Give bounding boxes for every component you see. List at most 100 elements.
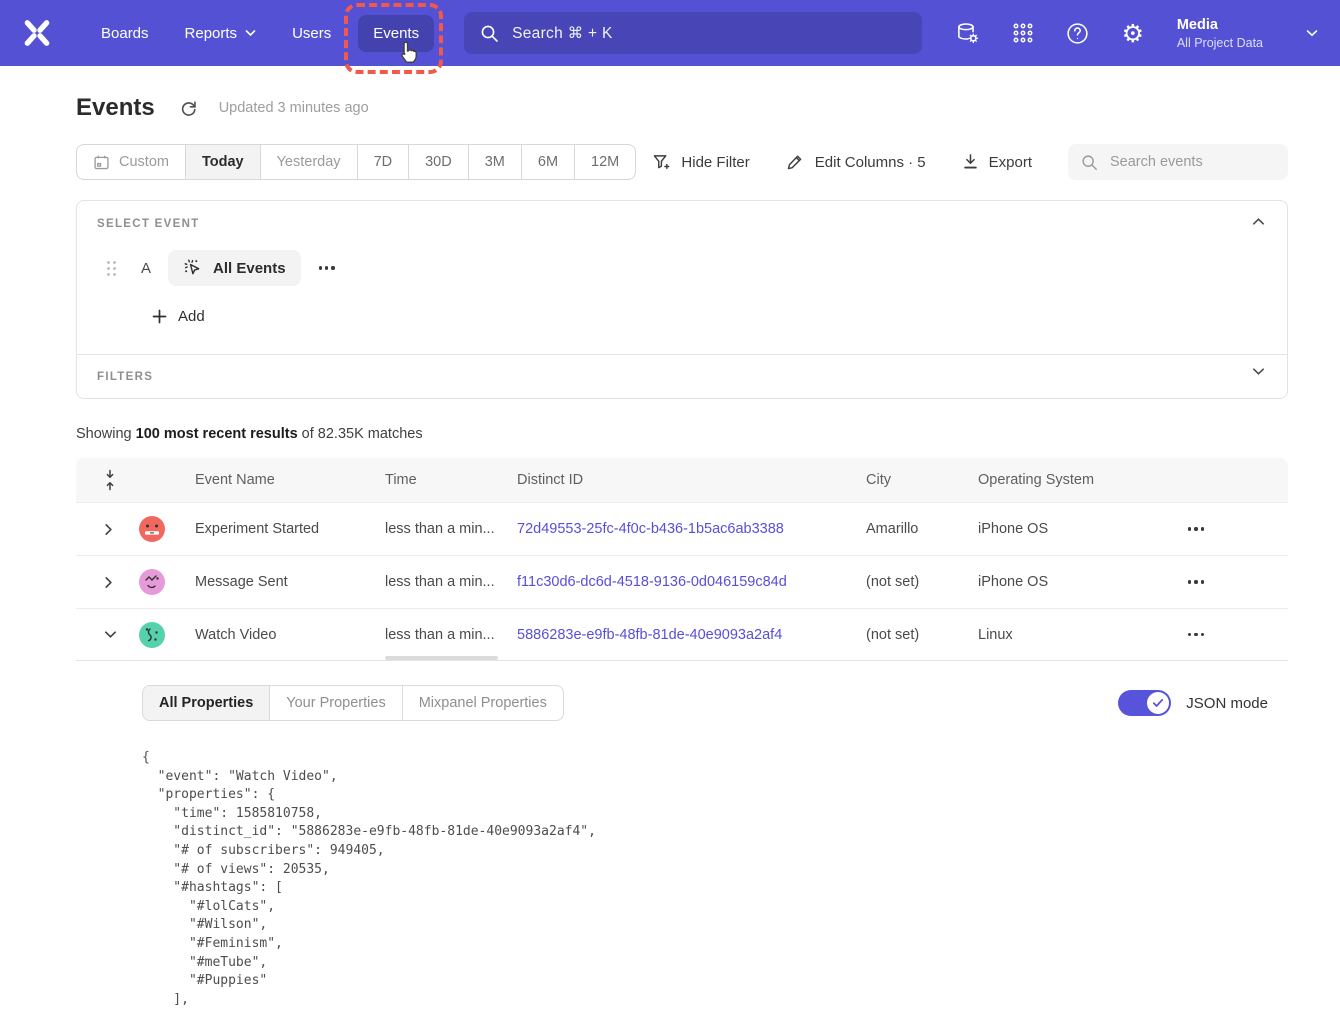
- search-events-field: [1068, 144, 1288, 180]
- project-selector[interactable]: Media All Project Data: [1177, 17, 1263, 50]
- horizontal-scrollbar-thumb[interactable]: [385, 656, 498, 660]
- table-controls: Hide Filter Edit Columns · 5: [652, 144, 1288, 180]
- cell-os: iPhone OS: [978, 521, 1164, 537]
- table-row[interactable]: Experiment Started less than a min... 72…: [76, 502, 1288, 555]
- date-range-6m[interactable]: 6M: [521, 145, 574, 179]
- tab-your-properties[interactable]: Your Properties: [269, 686, 401, 720]
- data-management-icon[interactable]: [955, 20, 981, 46]
- date-range-selector: Custom Today Yesterday 7D 30D 3M 6M 12M: [76, 144, 636, 180]
- cell-distinct-id-link[interactable]: f11c30d6-dc6d-4518-9136-0d046159c84d: [517, 574, 787, 590]
- edit-columns-button[interactable]: Edit Columns · 5: [786, 153, 926, 172]
- collapse-section-button[interactable]: [1248, 213, 1269, 230]
- chevron-up-icon: [1252, 217, 1265, 226]
- add-event-label: Add: [178, 308, 205, 325]
- date-range-yesterday[interactable]: Yesterday: [260, 145, 357, 179]
- updated-timestamp: Updated 3 minutes ago: [219, 100, 369, 116]
- apps-grid-icon[interactable]: [1010, 20, 1036, 46]
- avatar: [138, 568, 166, 596]
- drag-handle-icon[interactable]: [106, 260, 117, 277]
- expand-filters-button[interactable]: [1248, 363, 1269, 380]
- help-icon[interactable]: [1065, 20, 1091, 46]
- table-row[interactable]: Message Sent less than a min... f11c30d6…: [76, 555, 1288, 608]
- project-name: Media: [1177, 17, 1263, 33]
- all-events-chip-label: All Events: [213, 260, 286, 277]
- events-table: Event Name Time Distinct ID City Operati…: [76, 458, 1288, 1009]
- global-search-bar[interactable]: Search ⌘ + K: [464, 12, 922, 54]
- cell-os: Linux: [978, 627, 1164, 643]
- cell-distinct-id-link[interactable]: 72d49553-25fc-4f0c-b436-1b5ac6ab3388: [517, 521, 784, 537]
- date-range-12m[interactable]: 12M: [574, 145, 635, 179]
- nav-item-boards[interactable]: Boards: [86, 15, 164, 52]
- tab-all-properties[interactable]: All Properties: [143, 686, 269, 720]
- column-header-city[interactable]: City: [866, 472, 978, 488]
- column-header-distinct-id[interactable]: Distinct ID: [517, 472, 866, 488]
- refresh-icon[interactable]: [179, 99, 198, 118]
- controls-row: Custom Today Yesterday 7D 30D 3M 6M 12M …: [76, 144, 1288, 180]
- cell-city: Amarillo: [866, 521, 978, 537]
- date-range-30d[interactable]: 30D: [408, 145, 468, 179]
- mixpanel-logo-icon[interactable]: [20, 16, 54, 50]
- chevron-right-icon[interactable]: [104, 523, 113, 536]
- add-event-button[interactable]: Add: [152, 308, 205, 325]
- column-header-time[interactable]: Time: [385, 472, 517, 488]
- calendar-icon: [93, 154, 110, 171]
- more-icon[interactable]: [1182, 521, 1210, 536]
- chevron-right-icon[interactable]: [104, 576, 113, 589]
- magic-cursor-icon: [183, 258, 203, 278]
- hide-filter-button[interactable]: Hide Filter: [652, 153, 749, 172]
- main-content: Events Updated 3 minutes ago Custom: [76, 94, 1288, 1009]
- avatar: [138, 621, 166, 649]
- nav-item-events-label: Events: [373, 25, 419, 42]
- settings-gear-icon[interactable]: ⚙: [1120, 20, 1146, 46]
- filters-section[interactable]: FILTERS: [77, 354, 1287, 398]
- project-scope: All Project Data: [1177, 36, 1263, 50]
- search-icon: [480, 24, 499, 43]
- download-icon: [962, 153, 979, 171]
- filters-label: FILTERS: [97, 371, 153, 383]
- column-header-os[interactable]: Operating System: [978, 472, 1164, 488]
- column-header-event-name[interactable]: Event Name: [195, 472, 385, 488]
- nav-item-reports[interactable]: Reports: [170, 15, 272, 52]
- navbar-right-cluster: ⚙ Media All Project Data: [955, 17, 1318, 50]
- cell-distinct-id-link[interactable]: 5886283e-e9fb-48fb-81de-40e9093a2af4: [517, 627, 782, 643]
- search-events-input[interactable]: [1108, 153, 1275, 171]
- nav-item-events-wrapper: Events: [358, 15, 434, 52]
- more-icon[interactable]: [1182, 574, 1210, 589]
- top-navbar: Boards Reports Users Events Se: [0, 0, 1340, 66]
- more-icon[interactable]: [1182, 627, 1210, 642]
- more-icon[interactable]: [313, 260, 341, 275]
- json-mode-control: JSON mode: [1118, 690, 1268, 716]
- date-range-today[interactable]: Today: [185, 145, 260, 179]
- chevron-down-icon[interactable]: [104, 630, 117, 639]
- table-row-expanded[interactable]: Watch Video less than a min... 5886283e-…: [76, 608, 1288, 661]
- nav-item-users[interactable]: Users: [277, 15, 346, 52]
- nav-item-reports-label: Reports: [185, 25, 238, 42]
- select-event-section: SELECT EVENT A: [77, 201, 1287, 354]
- date-range-custom[interactable]: Custom: [77, 145, 185, 179]
- json-mode-toggle[interactable]: [1118, 690, 1171, 716]
- event-letter-label: A: [141, 260, 151, 277]
- filter-funnel-icon: [652, 153, 671, 172]
- check-icon: [1152, 698, 1164, 708]
- all-events-chip[interactable]: All Events: [168, 250, 301, 286]
- chevron-down-icon: [1306, 29, 1318, 37]
- json-mode-label: JSON mode: [1186, 695, 1268, 712]
- nav-item-events[interactable]: Events: [358, 15, 434, 52]
- tab-mixpanel-properties[interactable]: Mixpanel Properties: [402, 686, 563, 720]
- nav-item-users-label: Users: [292, 25, 331, 42]
- sort-icon[interactable]: [76, 469, 138, 491]
- event-json-view: { "event": "Watch Video", "properties": …: [142, 749, 1268, 1009]
- page-title: Events: [76, 94, 155, 122]
- cell-os: iPhone OS: [978, 574, 1164, 590]
- query-builder-panel: SELECT EVENT A: [76, 200, 1288, 399]
- export-button[interactable]: Export: [962, 153, 1032, 171]
- cell-city: (not set): [866, 574, 978, 590]
- main-nav: Boards Reports Users Events: [86, 15, 434, 52]
- date-range-3m[interactable]: 3M: [468, 145, 521, 179]
- results-summary: Showing 100 most recent results of 82.35…: [76, 426, 1288, 442]
- title-row: Events Updated 3 minutes ago: [76, 94, 1288, 122]
- cell-event-name: Message Sent: [195, 574, 385, 590]
- cell-event-name: Watch Video: [195, 627, 385, 643]
- date-range-7d[interactable]: 7D: [357, 145, 409, 179]
- results-count: 100 most recent results: [136, 426, 298, 442]
